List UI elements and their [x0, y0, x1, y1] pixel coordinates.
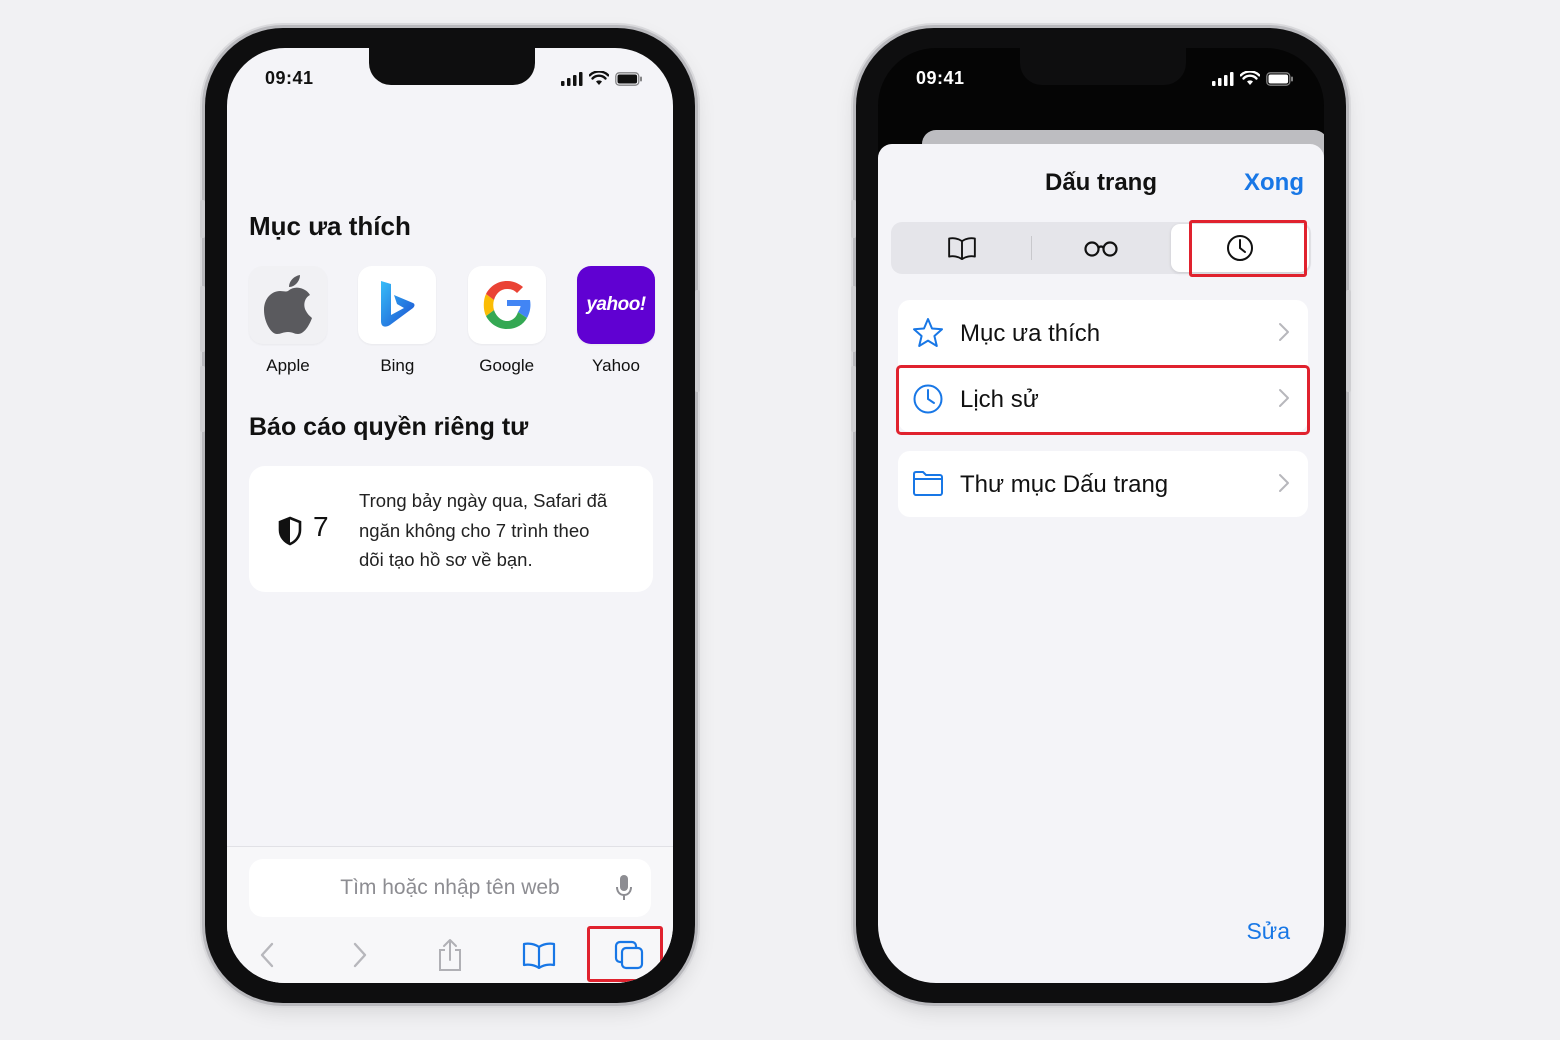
shield-icon: [278, 516, 302, 546]
back-icon: [260, 942, 274, 968]
bottom-toolbar: Tìm hoặc nhập tên web: [227, 846, 673, 983]
folder-icon: [913, 471, 943, 496]
volume-up-button: [200, 286, 205, 352]
history-segment-highlight: [1189, 220, 1307, 277]
list-item-label: Mục ưa thích: [960, 320, 1101, 347]
favorite-label: Bing: [380, 356, 415, 375]
volume-down-button: [200, 366, 205, 432]
search-input[interactable]: Tìm hoặc nhập tên web: [249, 859, 651, 917]
favorite-label: Apple: [266, 356, 310, 375]
forward-button[interactable]: [338, 933, 382, 977]
favorite-apple[interactable]: Apple: [247, 266, 329, 376]
history-row-highlight: [896, 365, 1310, 435]
volume-up-button: [851, 286, 856, 352]
privacy-report-heading: Báo cáo quyền riêng tư: [249, 413, 529, 441]
side-button: [695, 290, 700, 392]
yahoo-logo-icon: yahoo!: [586, 294, 646, 315]
apple-logo-icon: [264, 275, 312, 334]
tabs-button-highlight: [587, 926, 663, 982]
chevron-right-icon: [1279, 323, 1289, 341]
done-button[interactable]: Xong: [1244, 169, 1304, 197]
reading-list-segment[interactable]: [1032, 224, 1170, 272]
google-logo-icon: [483, 281, 531, 329]
favorite-label: Yahoo: [592, 356, 640, 375]
status-bar: 09:41: [227, 68, 673, 92]
privacy-report-card[interactable]: 7 Trong bảy ngày qua, Safari đã ngăn khô…: [249, 466, 653, 592]
wifi-icon: [589, 71, 609, 85]
back-button[interactable]: [245, 933, 289, 977]
battery-icon: [615, 71, 642, 86]
share-button[interactable]: [428, 933, 472, 977]
favorite-google[interactable]: Google: [466, 266, 548, 376]
favorite-bing[interactable]: Bing: [356, 266, 438, 376]
phone-left: 09:41 Mục ưa thích Apple Bing Google yah…: [200, 28, 700, 1003]
chevron-right-icon: [1279, 474, 1289, 492]
reading-list-icon: [1084, 241, 1118, 257]
bookmarks-button[interactable]: [517, 933, 561, 977]
favorite-yahoo[interactable]: yahoo! Yahoo: [575, 266, 657, 376]
bing-logo-icon: [381, 281, 415, 327]
search-placeholder: Tìm hoặc nhập tên web: [340, 876, 560, 899]
bookmark-folder-row[interactable]: Thư mục Dấu trang: [898, 451, 1308, 517]
mute-switch: [200, 200, 205, 238]
mute-switch: [851, 200, 856, 238]
favorites-row[interactable]: Mục ưa thích: [898, 300, 1308, 366]
favorite-label: Google: [479, 356, 535, 375]
favorites-heading: Mục ưa thích: [249, 211, 411, 241]
cellular-signal-icon: [1212, 71, 1234, 86]
bookmarks-sheet: Dấu trang Xong Mục ưa thích Lịch sử Thư …: [878, 144, 1324, 983]
phone-right: 09:41 Dấu trang Xong Mục ưa thích Lịch s…: [851, 28, 1351, 1003]
bookmarks-icon: [948, 237, 976, 260]
forward-icon: [353, 942, 367, 968]
status-bar: 09:41: [878, 68, 1324, 92]
safari-start-page: 09:41 Mục ưa thích Apple Bing Google yah…: [227, 48, 673, 983]
edit-button[interactable]: Sửa: [1246, 918, 1290, 945]
volume-down-button: [851, 366, 856, 432]
favorites-grid: Apple Bing Google yahoo! Yahoo: [247, 266, 657, 376]
bookmarks-segment[interactable]: [893, 224, 1031, 272]
list-item-label: Thư mục Dấu trang: [960, 471, 1169, 498]
bookmarks-icon: [522, 942, 556, 969]
privacy-report-text: Trong bảy ngày qua, Safari đã ngăn không…: [359, 490, 608, 570]
wifi-icon: [1240, 71, 1260, 85]
share-icon: [439, 939, 461, 971]
microphone-icon[interactable]: [615, 874, 633, 902]
cellular-signal-icon: [561, 71, 583, 86]
status-time: 09:41: [265, 68, 314, 88]
side-button: [1346, 290, 1351, 392]
status-time: 09:41: [916, 68, 965, 88]
bookmarks-screen: 09:41 Dấu trang Xong Mục ưa thích Lịch s…: [878, 48, 1324, 983]
tracker-count: 7: [313, 511, 329, 542]
bookmark-folders-list: Thư mục Dấu trang: [898, 451, 1308, 517]
star-icon: [913, 318, 943, 347]
battery-icon: [1266, 71, 1293, 86]
